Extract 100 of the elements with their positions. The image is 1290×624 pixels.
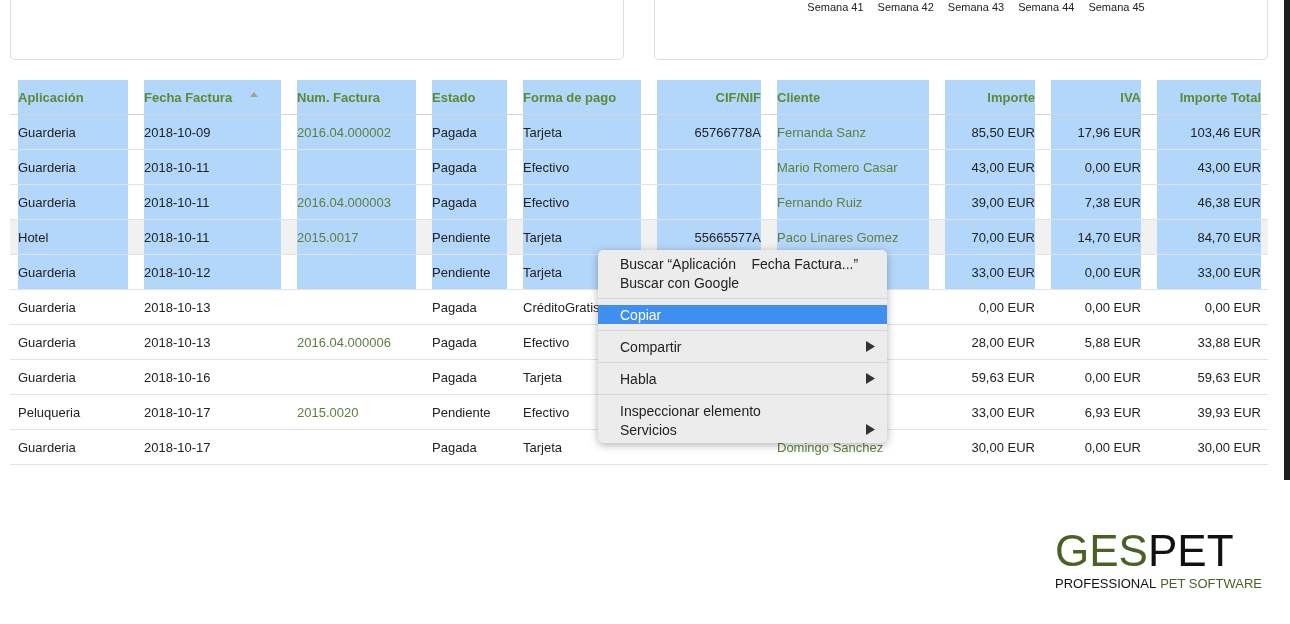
axis-label: Semana 41 xyxy=(807,1,864,13)
table-cell: 2018-10-17 xyxy=(144,439,211,455)
selected-cell: 43,00 EUR xyxy=(1157,150,1261,184)
selected-cell: 46,38 EUR xyxy=(1157,185,1261,219)
selected-cell: 33,00 EUR xyxy=(1157,255,1261,289)
column-header[interactable]: Fecha Factura xyxy=(144,80,281,114)
selected-cell: 14,70 EUR xyxy=(1051,220,1141,254)
table-cell: 2018-10-13 xyxy=(144,299,211,315)
selected-cell: 39,00 EUR xyxy=(945,185,1035,219)
table-cell: Pagada xyxy=(432,334,477,350)
selected-cell: Tarjeta xyxy=(523,220,641,254)
table-cell: Pagada xyxy=(432,369,477,385)
axis-label: Semana 45 xyxy=(1088,1,1145,13)
selected-cell: 0,00 EUR xyxy=(1051,255,1141,289)
table-cell: 0,00 EUR xyxy=(1084,299,1141,315)
selected-cell: 7,38 EUR xyxy=(1051,185,1141,219)
selected-cell: 2018-10-11 xyxy=(144,150,281,184)
selected-cell: 84,70 EUR xyxy=(1157,220,1261,254)
table-cell: 59,63 EUR xyxy=(971,369,1035,385)
selected-cell: 2018-10-11 xyxy=(144,185,281,219)
selected-cell[interactable]: Mario Romero Casar xyxy=(777,150,929,184)
selected-cell: 85,50 EUR xyxy=(945,115,1035,149)
selected-cell: Pagada xyxy=(432,150,507,184)
column-header[interactable]: CIF/NIF xyxy=(657,80,761,114)
table-cell: Guarderia xyxy=(18,299,76,315)
logo-wordmark: PET xyxy=(1147,530,1234,572)
table-cell: 0,00 EUR xyxy=(1084,369,1141,385)
table-cell: Pendiente xyxy=(432,404,491,420)
table-cell: Guarderia xyxy=(18,369,76,385)
table-cell: 2018-10-17 xyxy=(144,404,211,420)
logo-tagline: PET SOFTWARE xyxy=(1160,576,1262,591)
table-row[interactable]: Guarderia 2018-10-11 2016.04.000003 Pagada Efectivo Fernando Ruiz 39,00 EUR 7,38 EUR 46,38 EUR xyxy=(10,185,1268,220)
axis-label: Semana 42 xyxy=(877,1,934,13)
axis-label: Semana 44 xyxy=(1018,1,1075,13)
table-cell: Guarderia xyxy=(18,334,76,350)
selected-cell[interactable]: 2015.0017 xyxy=(297,220,416,254)
link[interactable]: Domingo Sanchez xyxy=(777,439,884,455)
selected-cell[interactable]: Paco Linares Gomez xyxy=(777,220,929,254)
selected-cell: 2018-10-11 xyxy=(144,220,281,254)
table-cell: 2018-10-16 xyxy=(144,369,211,385)
table-cell: Peluqueria xyxy=(18,404,81,420)
sort-ascending-icon[interactable] xyxy=(250,91,259,97)
selected-cell: 70,00 EUR xyxy=(945,220,1035,254)
table-cell: 28,00 EUR xyxy=(971,334,1035,350)
table-cell: Tarjeta xyxy=(523,369,563,385)
table-cell: 39,93 EUR xyxy=(1197,404,1261,420)
table-cell: 30,00 EUR xyxy=(1197,439,1261,455)
selected-cell: 65766778A xyxy=(657,115,761,149)
logo-wordmark: GES xyxy=(1055,530,1148,572)
table-cell: Efectivo xyxy=(523,334,570,350)
selected-cell: Pagada xyxy=(432,115,507,149)
table-cell: CréditoGratis xyxy=(523,299,600,315)
table-cell: 0,00 EUR xyxy=(978,299,1035,315)
column-header[interactable]: Cliente xyxy=(777,80,929,114)
column-header[interactable]: Estado xyxy=(432,80,507,114)
table-cell: 5,88 EUR xyxy=(1084,334,1141,350)
link[interactable]: 2016.04.000006 xyxy=(297,334,391,350)
table-row[interactable]: Guarderia 2018-10-11 Pagada Efectivo Mario Romero Casar 43,00 EUR 0,00 EUR 43,00 EUR xyxy=(10,150,1268,185)
table-cell: Pagada xyxy=(432,439,477,455)
column-header[interactable]: Forma de pago xyxy=(523,80,641,114)
selected-cell: 17,96 EUR xyxy=(1051,115,1141,149)
column-header[interactable]: Aplicación xyxy=(18,80,128,114)
selected-cell: Guarderia xyxy=(18,115,128,149)
menu-item[interactable]: Copiar xyxy=(598,305,887,324)
selected-cell: 103,46 EUR xyxy=(1157,115,1261,149)
selected-cell: Pendiente xyxy=(432,220,507,254)
column-header[interactable]: IVA xyxy=(1051,80,1141,114)
table-row[interactable]: Hotel 2018-10-11 2015.0017 Pendiente Tarjeta 55665577A Paco Linares Gomez 70,00 EUR 14,70 EUR 84,70 EUR xyxy=(10,220,1268,255)
selected-cell[interactable]: 2016.04.000003 xyxy=(297,185,416,219)
selected-cell: 2018-10-12 xyxy=(144,255,281,289)
table-cell: Efectivo xyxy=(523,404,570,420)
selected-cell: Hotel xyxy=(18,220,128,254)
selected-cell: Guarderia xyxy=(18,185,128,219)
selected-cell: Efectivo xyxy=(523,185,641,219)
selected-cell: Guarderia xyxy=(18,255,128,289)
selected-cell[interactable]: Fernando Ruiz xyxy=(777,185,929,219)
column-header[interactable]: Importe Total xyxy=(1157,80,1261,114)
axis-label: Semana 43 xyxy=(947,1,1005,13)
menu-item[interactable]: Compartir xyxy=(598,337,887,356)
link[interactable]: 2015.0020 xyxy=(297,404,359,420)
table-cell: Guarderia xyxy=(18,439,76,455)
selected-cell[interactable]: Fernanda Sanz xyxy=(777,115,929,149)
table-cell: Pagada xyxy=(432,299,477,315)
menu-item[interactable]: Habla xyxy=(598,369,887,388)
selected-cell: 0,00 EUR xyxy=(1051,150,1141,184)
table-cell: 30,00 EUR xyxy=(971,439,1035,455)
column-header[interactable]: Num. Factura xyxy=(297,80,416,114)
table-cell: 33,00 EUR xyxy=(971,404,1035,420)
table-cell: Tarjeta xyxy=(523,439,563,455)
table-cell: 2018-10-13 xyxy=(144,334,211,350)
selected-cell: 2018-10-09 xyxy=(144,115,281,149)
table-cell: 0,00 EUR xyxy=(1204,299,1261,315)
column-header[interactable]: Importe xyxy=(945,80,1035,114)
table-cell: 33,88 EUR xyxy=(1197,334,1261,350)
selected-cell: 43,00 EUR xyxy=(945,150,1035,184)
logo-tagline: PROFESSIONAL xyxy=(1055,576,1157,591)
table-row[interactable]: Guarderia 2018-10-09 2016.04.000002 Pagada Tarjeta 65766778A Fernanda Sanz 85,50 EUR 17,96 EUR 103,46 EUR xyxy=(10,115,1268,150)
selected-cell[interactable]: 2016.04.000002 xyxy=(297,115,416,149)
selected-cell: Guarderia xyxy=(18,150,128,184)
menu-item[interactable]: Inspeccionar elemento xyxy=(598,401,887,420)
